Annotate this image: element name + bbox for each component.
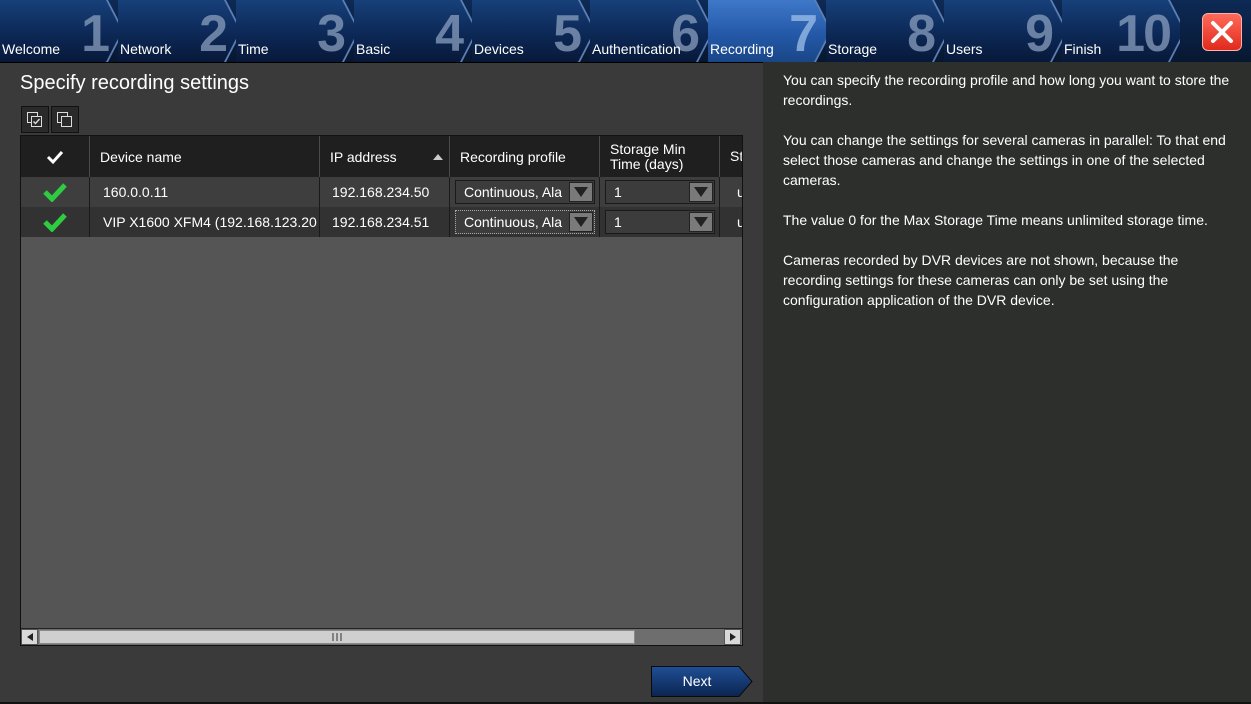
- column-header-ip-address[interactable]: IP address: [320, 136, 450, 177]
- storage-min-time-cell: 1: [600, 177, 720, 207]
- step-number: 2: [199, 5, 228, 62]
- chevron-down-icon: [574, 187, 588, 197]
- scroll-left-button[interactable]: [21, 629, 38, 645]
- step-number: 1: [81, 5, 110, 62]
- storage-min-time-dropdown[interactable]: 1: [605, 210, 715, 234]
- chevron-down-icon: [694, 187, 708, 197]
- checkmark-icon: [46, 150, 64, 164]
- ip-address-cell: 192.168.234.50: [320, 177, 450, 207]
- arrow-left-icon: [26, 633, 33, 641]
- table-header: Device name IP address Recording profile…: [21, 136, 742, 177]
- step-number: 5: [553, 5, 582, 62]
- copy-icon: [57, 111, 72, 127]
- help-paragraph: You can change the settings for several …: [783, 132, 1226, 188]
- storage-max-time-cell[interactable]: u: [720, 207, 742, 237]
- select-all-icon: [27, 111, 42, 127]
- dropdown-arrow[interactable]: [569, 212, 593, 232]
- recording-profile-cell: Continuous, Ala: [450, 207, 600, 237]
- step-label: Users: [946, 41, 983, 57]
- help-panel: You can specify the recording profile an…: [763, 62, 1251, 704]
- arrow-right-icon: [729, 633, 736, 641]
- next-button-label: Next: [682, 673, 712, 689]
- step-number: 4: [435, 5, 464, 62]
- chevron-down-icon: [574, 217, 588, 227]
- recording-profile-dropdown[interactable]: Continuous, Ala: [455, 180, 595, 204]
- help-paragraph: Cameras recorded by DVR devices are not …: [783, 252, 1179, 308]
- dropdown-arrow[interactable]: [689, 182, 713, 202]
- column-header-storage-min-time[interactable]: Storage Min Time (days): [600, 136, 720, 177]
- scrollbar-thumb[interactable]: [39, 630, 635, 644]
- dropdown-arrow[interactable]: [689, 212, 713, 232]
- storage-min-time-value: 1: [614, 184, 622, 200]
- recording-settings-table: Device name IP address Recording profile…: [20, 135, 743, 646]
- step-label: Storage: [828, 41, 878, 57]
- dropdown-arrow[interactable]: [569, 182, 593, 202]
- step-devices[interactable]: 5 Devices: [472, 0, 590, 62]
- close-button[interactable]: [1202, 13, 1242, 51]
- grip-icon: [332, 633, 342, 641]
- horizontal-scrollbar[interactable]: [21, 628, 742, 645]
- recording-profile-dropdown[interactable]: Continuous, Ala: [455, 210, 595, 234]
- step-network[interactable]: 2 Network: [118, 0, 236, 62]
- step-label: Finish: [1064, 41, 1102, 57]
- step-label: Recording: [710, 41, 774, 57]
- storage-min-time-cell: 1: [600, 207, 720, 237]
- step-label: Welcome: [2, 41, 61, 57]
- step-finish[interactable]: 10 Finish: [1062, 0, 1180, 62]
- step-label: Basic: [356, 41, 391, 57]
- column-header-recording-profile[interactable]: Recording profile: [450, 136, 600, 177]
- column-header-ip-label: IP address: [330, 148, 397, 165]
- step-users[interactable]: 9 Users: [944, 0, 1062, 62]
- next-button[interactable]: Next: [651, 666, 753, 697]
- table-row[interactable]: 160.0.0.11 192.168.234.50 Continuous, Al…: [21, 177, 742, 207]
- column-header-device-name[interactable]: Device name: [90, 136, 320, 177]
- step-number: 7: [789, 5, 818, 62]
- step-number: 8: [907, 5, 936, 62]
- green-check-icon: [43, 183, 67, 202]
- column-header-storage-max-time[interactable]: St Ti: [720, 136, 742, 177]
- help-paragraph: The value 0 for the Max Storage Time mea…: [783, 212, 1208, 228]
- sort-ascending-icon: [433, 154, 443, 160]
- row-status-cell: [21, 177, 90, 207]
- storage-max-time-cell[interactable]: u: [720, 177, 742, 207]
- page-title: Specify recording settings: [20, 72, 250, 94]
- recording-profile-value: Continuous, Ala: [464, 214, 563, 230]
- help-paragraph: You can specify the recording profile an…: [783, 72, 1230, 108]
- green-check-icon: [43, 213, 67, 232]
- copy-settings-button[interactable]: [51, 106, 79, 133]
- device-name-cell: 160.0.0.11: [90, 177, 320, 207]
- chevron-down-icon: [694, 217, 708, 227]
- step-number: 3: [317, 5, 346, 62]
- select-all-button[interactable]: [21, 106, 49, 133]
- storage-min-time-dropdown[interactable]: 1: [605, 180, 715, 204]
- storage-min-time-value: 1: [614, 214, 622, 230]
- column-header-check[interactable]: [21, 136, 90, 177]
- scroll-right-button[interactable]: [724, 629, 741, 645]
- recording-profile-cell: Continuous, Ala: [450, 177, 600, 207]
- step-authentication[interactable]: 6 Authentication: [590, 0, 708, 62]
- step-label: Devices: [474, 41, 524, 57]
- device-name-cell: VIP X1600 XFM4 (192.168.123.20: [90, 207, 320, 237]
- step-label: Authentication: [592, 41, 681, 57]
- step-welcome[interactable]: 1 Welcome: [0, 0, 118, 62]
- close-x-icon: [1211, 21, 1233, 43]
- step-time[interactable]: 3 Time: [236, 0, 354, 62]
- step-number: 10: [1116, 5, 1172, 62]
- step-recording[interactable]: 7 Recording: [708, 0, 826, 62]
- step-basic[interactable]: 4 Basic: [354, 0, 472, 62]
- wizard-step-bar: 1 Welcome 2 Network 3 Time 4 Basic 5 Dev…: [0, 0, 1251, 63]
- row-status-cell: [21, 207, 90, 237]
- table-row[interactable]: VIP X1600 XFM4 (192.168.123.20 192.168.2…: [21, 207, 742, 237]
- step-number: 9: [1025, 5, 1054, 62]
- step-label: Time: [238, 41, 269, 57]
- ip-address-cell: 192.168.234.51: [320, 207, 450, 237]
- step-storage[interactable]: 8 Storage: [826, 0, 944, 62]
- recording-profile-value: Continuous, Ala: [464, 184, 563, 200]
- step-label: Network: [120, 41, 172, 57]
